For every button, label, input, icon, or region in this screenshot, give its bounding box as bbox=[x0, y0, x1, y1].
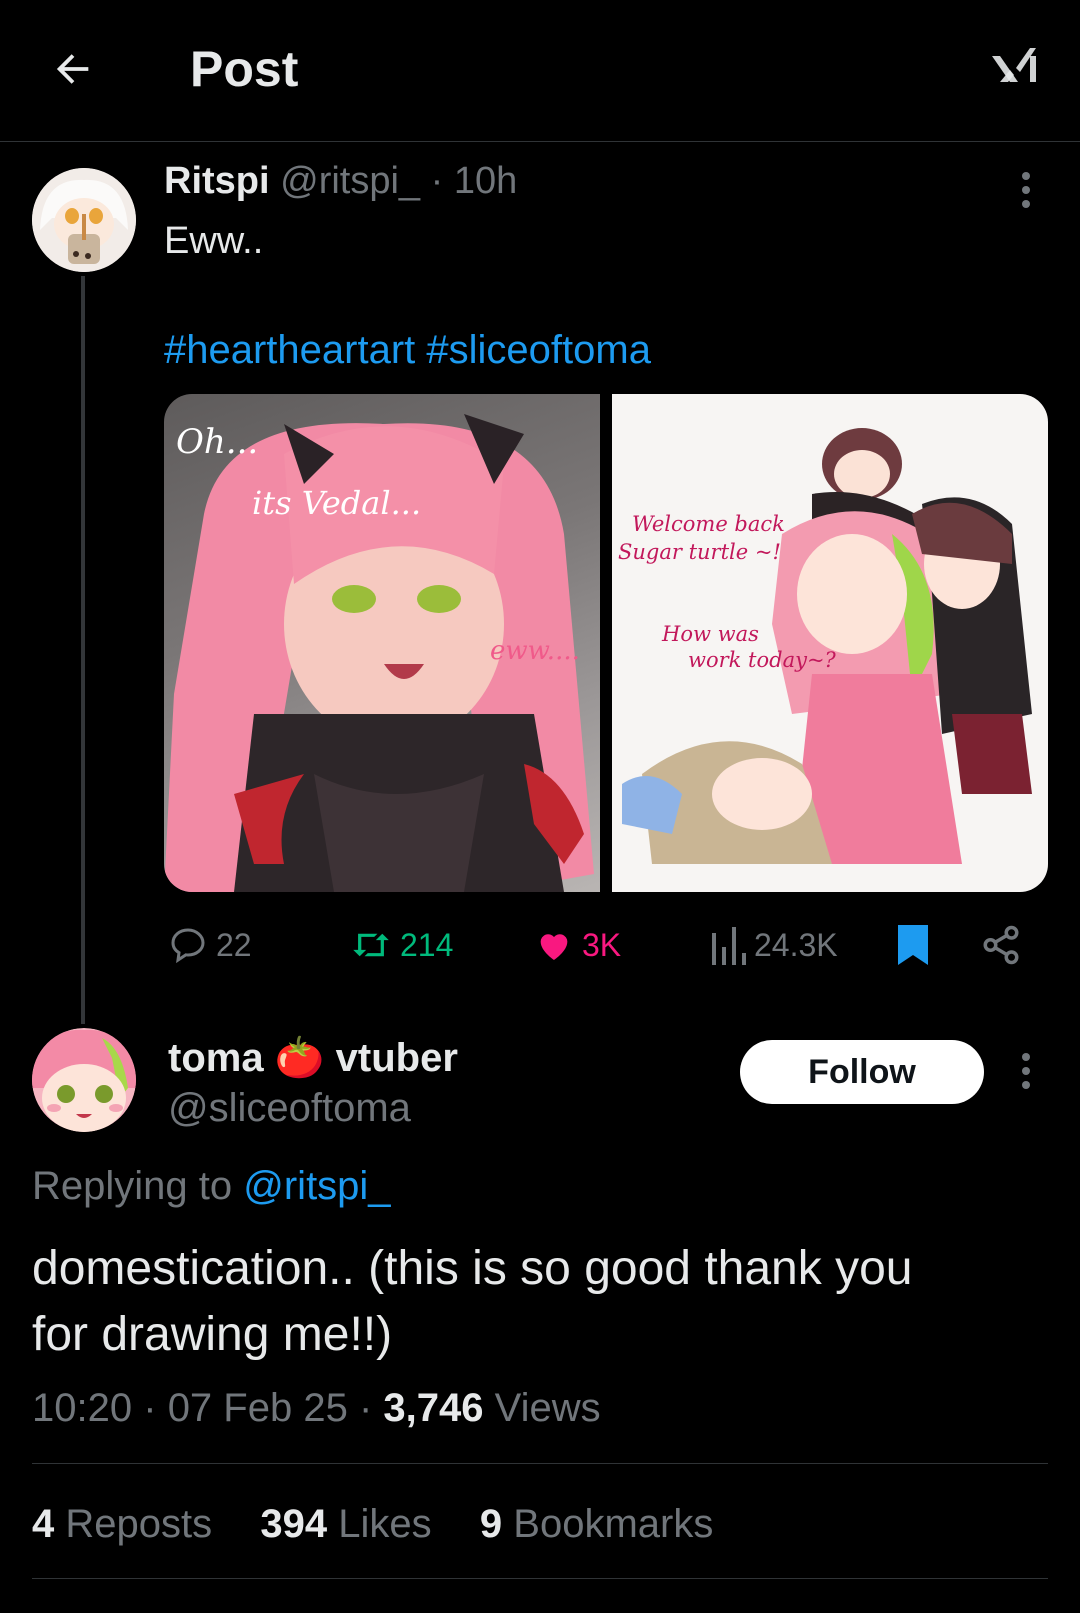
post-hashtags[interactable]: #heartheartart #sliceoftoma bbox=[164, 328, 651, 373]
likes-stat[interactable]: 394 Likes bbox=[260, 1502, 431, 1546]
views-label: Views bbox=[494, 1386, 601, 1430]
post-time[interactable]: 10:20 bbox=[32, 1386, 132, 1430]
tomato-emoji-icon: 🍅 bbox=[274, 1036, 325, 1080]
post-metadata: 10:20 · 07 Feb 25 · 3,746 Views bbox=[32, 1386, 601, 1430]
author-handle[interactable]: @ritspi_ bbox=[280, 160, 420, 202]
bookmarks-stat[interactable]: 9 Bookmarks bbox=[480, 1502, 713, 1546]
parent-post-header: Ritspi @ritspi_ · 10h bbox=[164, 160, 517, 203]
post-media-grid[interactable]: Oh... its Vedal... eww.... Welcome back … bbox=[164, 394, 1048, 892]
reply-author-display-name[interactable]: toma 🍅 vtuber bbox=[168, 1034, 458, 1081]
media-1-caption-2: its Vedal... bbox=[252, 484, 422, 522]
replying-to-prefix: Replying to bbox=[32, 1164, 233, 1208]
heart-icon bbox=[540, 934, 568, 960]
toma-avatar[interactable] bbox=[32, 1028, 136, 1132]
share-icon[interactable] bbox=[980, 924, 1022, 966]
thread-connector-line bbox=[81, 276, 85, 1024]
media-image-2[interactable]: Welcome back Sugar turtle ~! How was wor… bbox=[612, 394, 1048, 892]
reply-author-handle[interactable]: @sliceoftoma bbox=[168, 1086, 411, 1131]
like-action[interactable]: 3K bbox=[534, 925, 621, 965]
repost-count: 214 bbox=[400, 926, 454, 963]
views-count: 3,746 bbox=[383, 1386, 484, 1430]
display-name-part1: toma bbox=[168, 1036, 264, 1080]
grok-logo-icon[interactable] bbox=[990, 42, 1042, 94]
views-count: 24.3K bbox=[754, 926, 838, 963]
media-1-caption-3: eww.... bbox=[490, 636, 580, 666]
separator-dot: · bbox=[430, 160, 444, 202]
post-time[interactable]: 10h bbox=[454, 160, 517, 202]
repost-action[interactable]: 214 bbox=[350, 925, 453, 965]
media-2-caption-3: How was bbox=[662, 622, 759, 646]
replying-to-handle[interactable]: @ritspi_ bbox=[243, 1164, 390, 1208]
media-2-caption-1: Welcome back bbox=[632, 512, 785, 536]
reply-count: 22 bbox=[216, 926, 252, 963]
replying-to: Replying to @ritspi_ bbox=[32, 1164, 391, 1209]
divider bbox=[32, 1463, 1048, 1464]
reply-text-line-2: for drawing me!!) bbox=[32, 1308, 393, 1361]
follow-button[interactable]: Follow bbox=[740, 1040, 984, 1104]
reply-action[interactable]: 22 bbox=[168, 925, 252, 965]
more-options-icon[interactable] bbox=[1021, 171, 1031, 209]
views-chart-icon bbox=[712, 927, 746, 965]
repost-icon bbox=[353, 933, 389, 957]
bookmark-icon[interactable] bbox=[896, 923, 930, 967]
reply-text: domestication.. (this is so good thank y… bbox=[32, 1236, 1052, 1368]
media-2-caption-2: Sugar turtle ~! bbox=[618, 540, 781, 564]
page-title: Post bbox=[190, 41, 299, 97]
post-date[interactable]: 07 Feb 25 bbox=[168, 1386, 348, 1430]
top-bar: Post bbox=[0, 0, 1080, 142]
reply-icon bbox=[171, 928, 205, 964]
media-image-1[interactable]: Oh... its Vedal... eww.... bbox=[164, 394, 600, 892]
divider-bottom bbox=[32, 1578, 1048, 1579]
display-name-part2: vtuber bbox=[335, 1036, 458, 1080]
ritspi-avatar[interactable] bbox=[32, 168, 136, 272]
engagement-stats: 4 Reposts 394 Likes 9 Bookmarks bbox=[32, 1502, 713, 1547]
author-name[interactable]: Ritspi bbox=[164, 160, 270, 202]
post-text: Eww.. bbox=[164, 220, 264, 262]
back-arrow-icon[interactable] bbox=[50, 46, 96, 92]
reposts-stat[interactable]: 4 Reposts bbox=[32, 1502, 212, 1546]
views-action[interactable]: 24.3K bbox=[710, 925, 838, 965]
media-1-caption-1: Oh... bbox=[176, 422, 259, 462]
media-2-caption-4: work today~? bbox=[688, 648, 836, 672]
reply-more-options-icon[interactable] bbox=[1021, 1052, 1031, 1090]
reply-text-line-1: domestication.. (this is so good thank y… bbox=[32, 1242, 913, 1295]
like-count: 3K bbox=[582, 926, 622, 963]
